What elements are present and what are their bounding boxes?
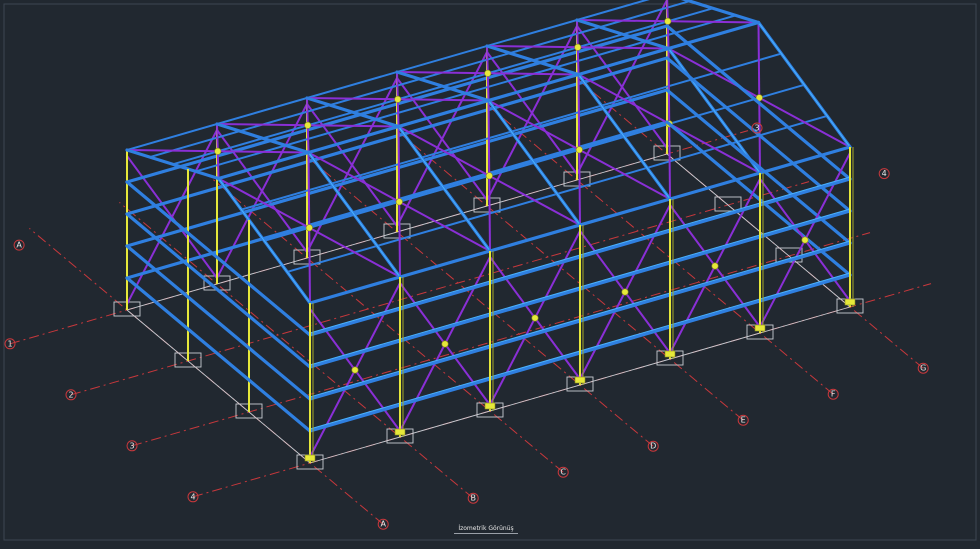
grid-axes (9, 72, 932, 525)
brace-node (214, 147, 222, 155)
axis-bubble-text: B (470, 494, 476, 503)
rafter-edge (758, 22, 851, 148)
axis-bubble-text: C (560, 468, 566, 477)
axis-bubble-text: A (16, 241, 22, 250)
axis-bubble-text: D (650, 442, 656, 451)
brace-node (305, 224, 313, 232)
gable-girt (125, 244, 312, 401)
axis-bubble-3: 3 (126, 440, 138, 452)
footing (714, 196, 742, 212)
axis-bubble-text: F (831, 390, 836, 399)
base-plate (574, 376, 586, 384)
axis-bubble-text: 3 (129, 441, 134, 450)
grid-axis-C (209, 176, 564, 473)
brace-node (574, 43, 582, 51)
brace-node (351, 366, 359, 374)
axis-bubbles: 4 3 2 1 A B C D E F G A 3 4 (4, 122, 929, 530)
cad-viewport[interactable]: 4 3 2 1 A B C D E F G A 3 4 İzometrik Görünüş (0, 0, 980, 549)
brace-node (575, 146, 583, 154)
brace-node (441, 340, 449, 348)
brace-node (801, 236, 809, 244)
axis-bubble-A: A (377, 518, 389, 530)
axis-bubble-C: C (557, 466, 569, 478)
grid-axis-F (479, 98, 834, 395)
axis-bubble-text: A (380, 520, 386, 529)
brace-node (531, 314, 539, 322)
grid-axis-B (119, 202, 474, 499)
axis-bubble-text: G (920, 364, 926, 373)
view-caption: İzometrik Görünüş (458, 525, 514, 532)
axis-bubble-text: 4 (190, 492, 195, 501)
brace-node (664, 17, 672, 25)
axis-bubble-far-A: A (13, 239, 25, 251)
axis-bubble-E: E (737, 414, 749, 426)
axis-bubble-far-4: 4 (878, 168, 890, 180)
axis-bubble-B: B (467, 492, 479, 504)
grade-beam (126, 309, 311, 464)
grid-axis-E (389, 124, 744, 421)
isometric-steel-frame-drawing: 4 3 2 1 A B C D E F G A 3 4 (3, 0, 977, 541)
axis-bubble-text: 4 (882, 169, 887, 178)
axis-bubble-text: E (741, 416, 746, 425)
axis-bubble-G: G (917, 362, 929, 374)
brace-node (484, 69, 492, 77)
steel-structure (125, 0, 856, 463)
axis-bubble-1: 1 (4, 338, 16, 350)
axis-bubble-text: 3 (754, 124, 759, 133)
brace-node (711, 262, 719, 270)
axis-bubble-4: 4 (187, 491, 199, 503)
base-plate (394, 428, 406, 436)
base-plate (754, 324, 766, 332)
base-plate (304, 454, 316, 462)
axis-bubble-text: 1 (7, 339, 12, 348)
axis-bubble-text: 2 (68, 390, 73, 399)
brace-node (394, 95, 402, 103)
axis-bubble-F: F (827, 388, 839, 400)
gable-girt (125, 180, 312, 337)
axis-bubble-D: D (647, 440, 659, 452)
brace-node (621, 288, 629, 296)
brace-node (485, 172, 493, 180)
view-caption-underline (454, 533, 518, 534)
base-plate (844, 298, 856, 306)
axis-bubble-2: 2 (65, 389, 77, 401)
base-plate (484, 402, 496, 410)
brace-node (395, 198, 403, 206)
base-plate (664, 350, 676, 358)
grid-axis-D (299, 150, 654, 447)
gable-girt (125, 276, 312, 433)
brace-node (304, 121, 312, 129)
